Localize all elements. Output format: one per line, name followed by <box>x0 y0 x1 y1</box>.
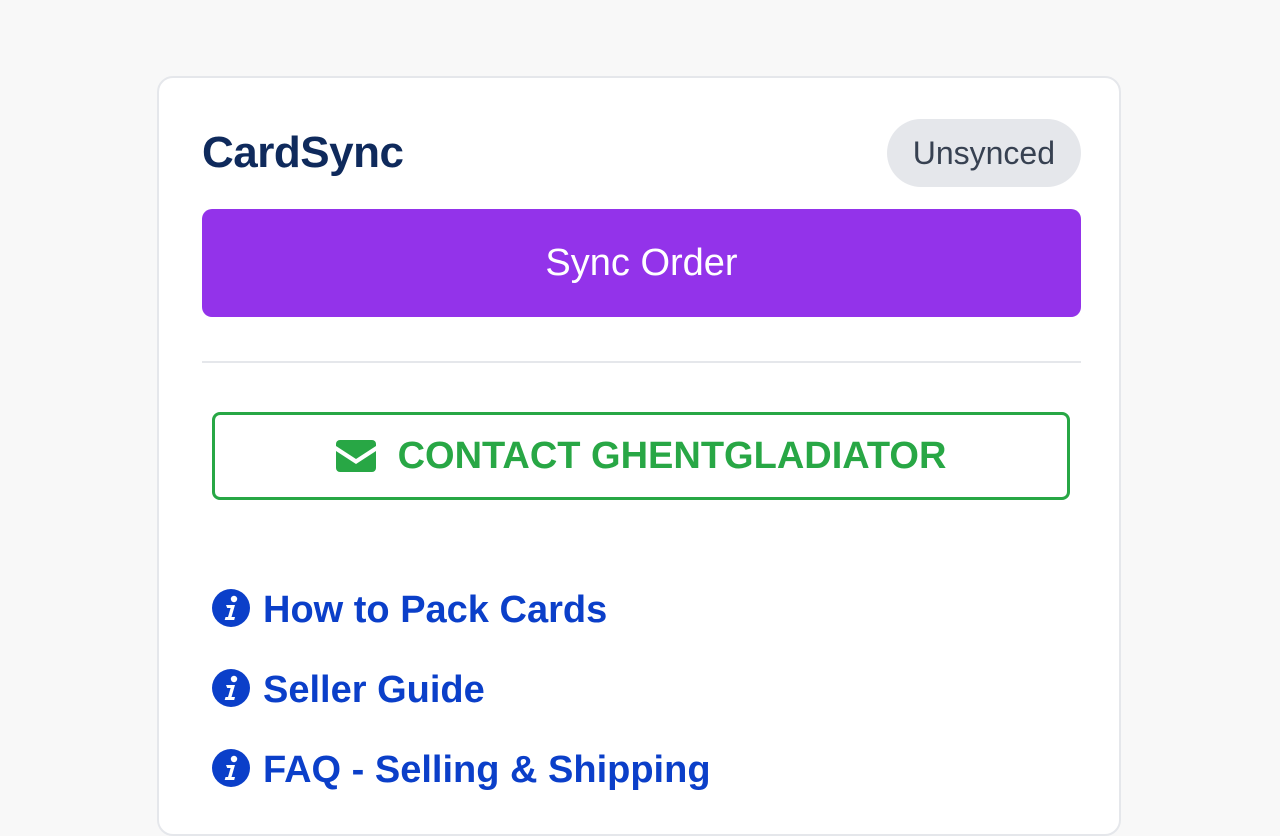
link-label: How to Pack Cards <box>263 589 608 631</box>
info-icon <box>212 589 250 627</box>
help-links: How to Pack Cards Seller Guide FAQ - Sel… <box>212 570 711 810</box>
link-label: Seller Guide <box>263 669 485 711</box>
sync-order-button[interactable]: Sync Order <box>202 209 1081 317</box>
info-icon <box>212 669 250 707</box>
envelope-icon <box>335 440 376 472</box>
help-link-seller-guide[interactable]: Seller Guide <box>212 650 711 730</box>
divider <box>202 361 1081 363</box>
app-title: CardSync <box>202 128 404 177</box>
contact-seller-button[interactable]: CONTACT GHENTGLADIATOR <box>212 412 1070 500</box>
panel-header: CardSync Unsynced <box>202 119 1081 187</box>
status-badge: Unsynced <box>886 119 1081 187</box>
link-label: FAQ - Selling & Shipping <box>263 749 711 791</box>
cardsync-panel: CardSync Unsynced Sync Order CONTACT GHE… <box>157 76 1121 836</box>
help-link-pack-cards[interactable]: How to Pack Cards <box>212 570 711 650</box>
contact-seller-label: CONTACT GHENTGLADIATOR <box>397 434 947 477</box>
help-link-faq[interactable]: FAQ - Selling & Shipping <box>212 730 711 810</box>
info-icon <box>212 749 250 787</box>
